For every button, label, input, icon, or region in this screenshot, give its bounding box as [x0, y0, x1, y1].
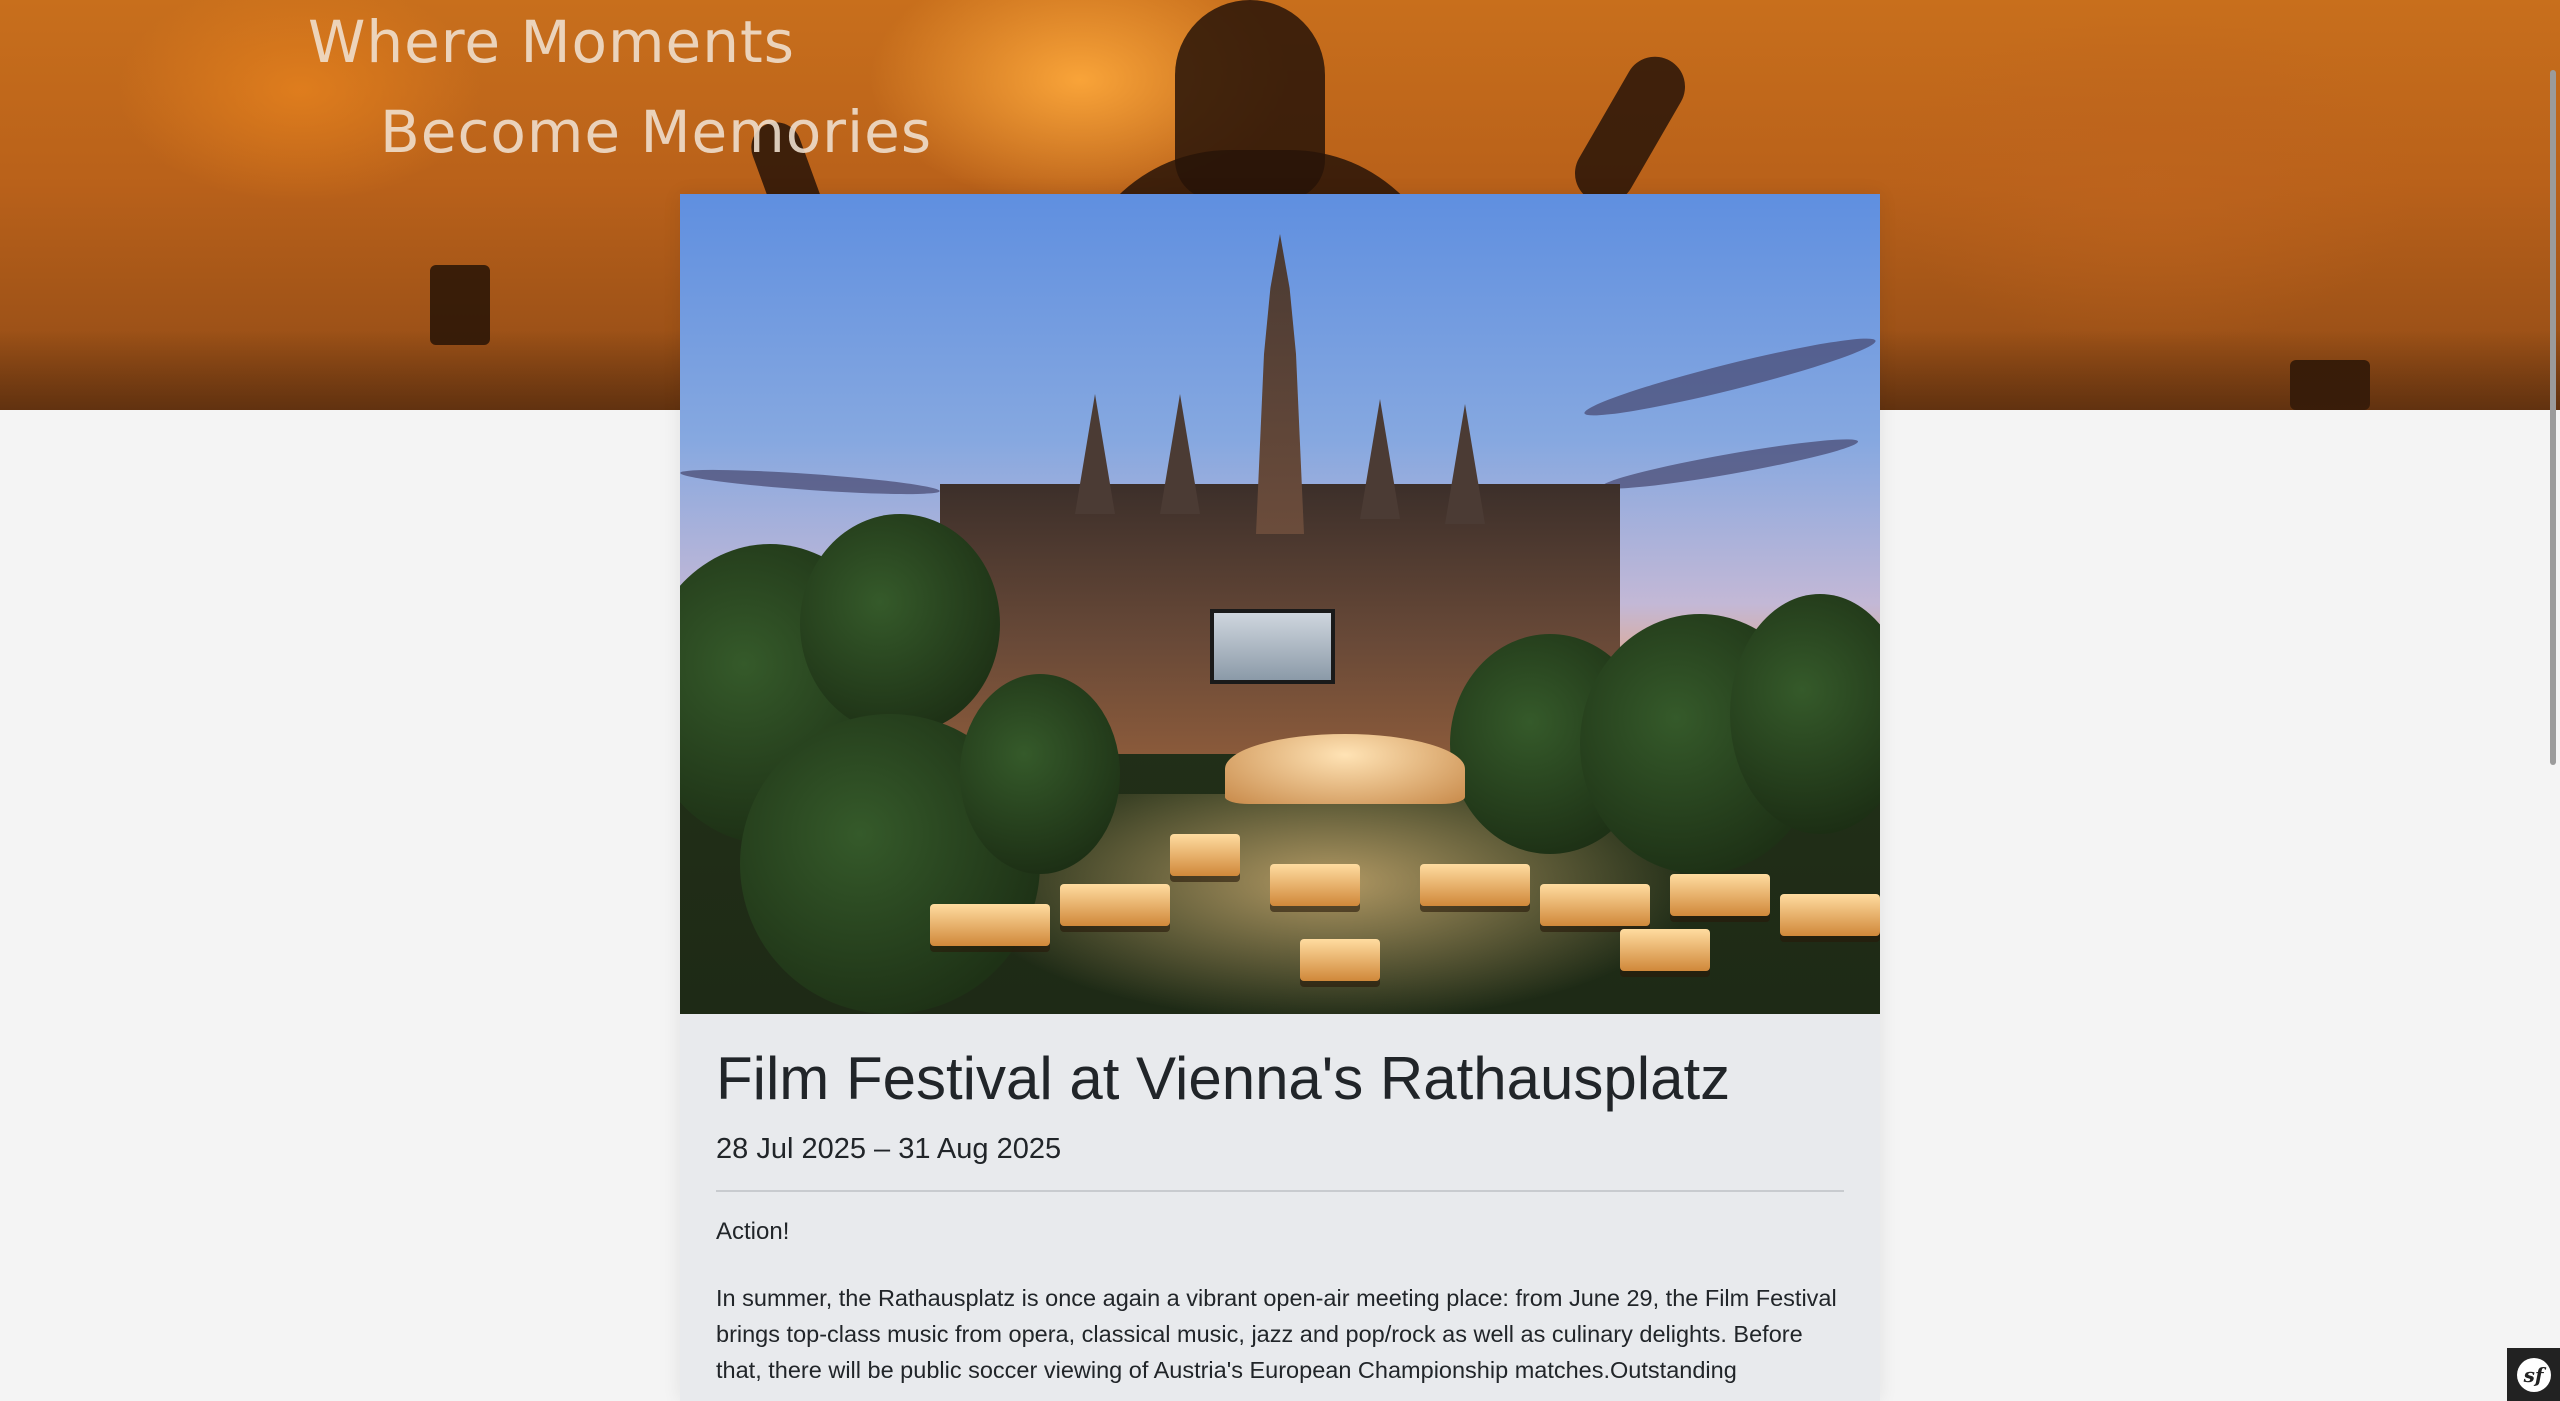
debug-toolbar-button[interactable]: sf — [2507, 1348, 2560, 1401]
framework-logo-icon: sf — [2516, 1357, 2551, 1392]
hero-tagline-line1: Where Moments — [308, 8, 795, 76]
event-dates: 28 Jul 2025 – 31 Aug 2025 — [716, 1133, 1062, 1165]
event-description: In summer, the Rathausplatz is once agai… — [716, 1285, 1837, 1383]
hero-tagline-line2: Become Memories — [380, 98, 933, 166]
event-intro: Action! — [716, 1218, 790, 1245]
event-title: Film Festival at Vienna's Rathausplatz — [716, 1045, 1731, 1112]
event-image — [680, 194, 1880, 1014]
hero-crowd-silhouette — [1564, 45, 1696, 215]
divider — [716, 1190, 1844, 1192]
event-card-body: Film Festival at Vienna's Rathausplatz 2… — [680, 1044, 1880, 1388]
page-scrollbar-thumb[interactable] — [2550, 70, 2556, 765]
event-card: Film Festival at Vienna's Rathausplatz 2… — [680, 194, 1880, 1401]
